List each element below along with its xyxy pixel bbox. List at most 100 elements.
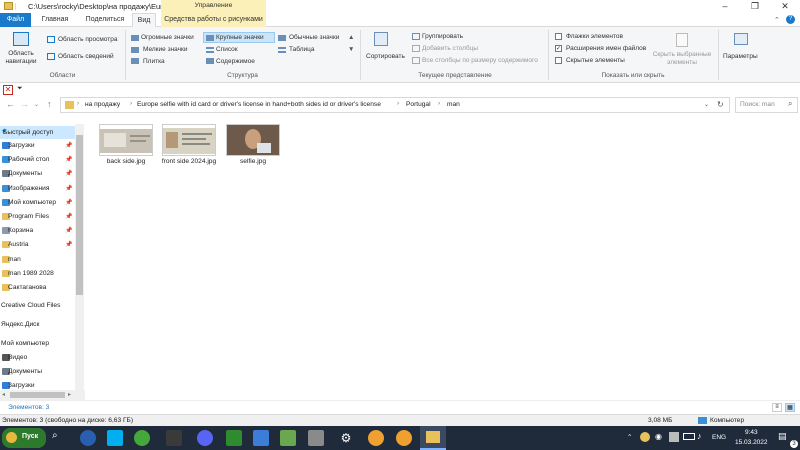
- list-option[interactable]: Список: [216, 46, 238, 53]
- nav-scroll-thumb[interactable]: [76, 135, 83, 295]
- start-button[interactable]: Пуск: [2, 428, 46, 448]
- preview-pane-button[interactable]: Область просмотра: [58, 36, 117, 43]
- discord-icon[interactable]: [197, 430, 213, 446]
- large-icons-option[interactable]: Крупные значки: [216, 34, 264, 41]
- nav-item[interactable]: Корзина 📌: [0, 225, 85, 238]
- breadcrumb-item[interactable]: man: [447, 101, 460, 108]
- skype-icon[interactable]: [107, 430, 123, 446]
- tab-file[interactable]: Файл: [0, 13, 31, 27]
- creative-cloud-item[interactable]: Creative Cloud Files: [1, 302, 60, 309]
- tab-share[interactable]: Поделиться: [79, 13, 131, 27]
- clock-date[interactable]: 15.03.2022: [735, 439, 768, 446]
- size-columns-button[interactable]: Все столбцы по размеру содержимого: [422, 57, 538, 64]
- tab-picture-tools[interactable]: Средства работы с рисунками: [161, 13, 266, 27]
- file-name[interactable]: selfie.jpg: [223, 158, 283, 165]
- search-icon[interactable]: ⌕: [52, 430, 58, 441]
- file-thumbnail-front-side[interactable]: [162, 124, 216, 156]
- battery-icon[interactable]: [683, 433, 695, 440]
- breadcrumb-item[interactable]: Europe selfie with id card or driver's l…: [137, 101, 381, 108]
- content-option[interactable]: Содержимое: [216, 58, 255, 65]
- extra-large-icons-option[interactable]: Огромные значки: [141, 34, 194, 41]
- group-by-button[interactable]: Группировать: [422, 33, 463, 40]
- app-icon[interactable]: [308, 430, 324, 446]
- address-dropdown-icon[interactable]: ⌄: [704, 101, 709, 108]
- tiles-option[interactable]: Плитка: [143, 58, 165, 65]
- back-arrow-icon[interactable]: ←: [6, 99, 15, 109]
- details-option[interactable]: Таблица: [289, 46, 315, 53]
- browser-icon[interactable]: [80, 430, 96, 446]
- nav-item[interactable]: Сактаганова: [0, 282, 85, 295]
- yandex-disk-item[interactable]: Яндекс.Диск: [1, 321, 39, 328]
- minimize-button[interactable]: –: [710, 0, 740, 13]
- app-icon[interactable]: [166, 430, 182, 446]
- nav-item[interactable]: Рабочий стол 📌: [0, 154, 85, 167]
- nav-item[interactable]: Видео: [0, 352, 85, 365]
- options-button[interactable]: Параметры: [723, 53, 758, 60]
- breadcrumb-item[interactable]: на продажу: [85, 101, 120, 108]
- file-name[interactable]: back side.jpg: [96, 158, 156, 165]
- close-button[interactable]: ✕: [770, 0, 800, 13]
- breadcrumb-item[interactable]: Portugal: [406, 101, 431, 108]
- item-checkboxes-checkbox[interactable]: [555, 33, 562, 40]
- tray-expand-icon[interactable]: ⌃: [627, 433, 632, 441]
- maximize-button[interactable]: ❐: [740, 0, 770, 13]
- quick-access-toolbar[interactable]: [15, 3, 25, 10]
- large-icons-view-icon[interactable]: ▦: [785, 403, 795, 412]
- navigation-pane-button[interactable]: Область навигации: [4, 50, 38, 66]
- navigation-pane-icon[interactable]: [13, 32, 29, 46]
- settings-gear-icon[interactable]: ⚙: [338, 430, 354, 446]
- nav-item[interactable]: man: [0, 254, 85, 267]
- tab-view[interactable]: Вид: [132, 13, 156, 27]
- utorrent-icon[interactable]: [134, 430, 150, 446]
- nav-horizontal-scrollbar[interactable]: ◂ ▸: [0, 390, 85, 400]
- hscroll-thumb[interactable]: [10, 392, 65, 398]
- emoji-app-icon[interactable]: [396, 430, 412, 446]
- hidden-items-checkbox[interactable]: [555, 57, 562, 64]
- up-arrow-icon[interactable]: ↑: [47, 99, 52, 109]
- nav-item[interactable]: Мой компьютер 📌: [0, 197, 85, 210]
- notes-app-icon[interactable]: [253, 430, 269, 446]
- nav-item[interactable]: Program Files 📌: [0, 211, 85, 224]
- nav-item[interactable]: Документы 📌: [0, 168, 85, 181]
- network-icon[interactable]: ◉: [655, 432, 662, 441]
- close-x-icon[interactable]: ✕: [3, 85, 13, 95]
- icq-icon[interactable]: [226, 430, 242, 446]
- tray-app-icon[interactable]: [640, 432, 650, 442]
- nav-item[interactable]: Austria 📌: [0, 239, 85, 252]
- layout-scroll-up-icon[interactable]: ▲: [348, 34, 354, 41]
- language-indicator[interactable]: ENG: [712, 434, 726, 441]
- notifications-icon[interactable]: ▤: [778, 431, 787, 442]
- clock-time[interactable]: 9:43: [745, 429, 758, 436]
- medium-icons-option[interactable]: Обычные значки: [289, 34, 339, 41]
- forward-arrow-icon[interactable]: →: [20, 99, 29, 109]
- this-pc-item[interactable]: Мой компьютер: [1, 340, 49, 347]
- app-icon[interactable]: [280, 430, 296, 446]
- file-name[interactable]: front side 2024.jpg: [159, 158, 219, 166]
- small-icons-option[interactable]: Мелкие значки: [143, 46, 187, 53]
- tab-home[interactable]: Главная: [33, 13, 77, 27]
- scroll-right-icon[interactable]: ▸: [68, 391, 71, 398]
- file-thumbnail-selfie[interactable]: [226, 124, 280, 156]
- scroll-left-icon[interactable]: ◂: [2, 391, 5, 398]
- details-pane-button[interactable]: Область сведений: [58, 53, 114, 60]
- dropdown-arrow-icon[interactable]: ⏷: [17, 85, 23, 93]
- sort-button[interactable]: Сортировать: [366, 53, 405, 60]
- file-extensions-checkbox[interactable]: ✓: [555, 45, 562, 52]
- file-thumbnail-back-side[interactable]: [99, 124, 153, 156]
- collapse-ribbon-icon[interactable]: ⌃: [774, 16, 780, 24]
- address-bar[interactable]: › на продажу › Europe selfie with id car…: [60, 97, 730, 113]
- nav-item[interactable]: Документы: [0, 366, 85, 379]
- emoji-app-icon[interactable]: [368, 430, 384, 446]
- quick-access-item[interactable]: ★ Быстрый доступ: [0, 126, 75, 139]
- explorer-taskbar-button[interactable]: [420, 426, 446, 450]
- add-columns-button[interactable]: Добавить столбцы: [422, 45, 478, 52]
- hide-selected-button[interactable]: Скрыть выбранные элементы: [652, 51, 712, 67]
- details-view-icon[interactable]: ≡: [772, 403, 782, 412]
- nav-item[interactable]: Изображения 📌: [0, 183, 85, 196]
- recent-locations-icon[interactable]: ⌄: [34, 101, 39, 108]
- nav-item[interactable]: man 1989 2028: [0, 268, 85, 281]
- nav-item[interactable]: Загрузки 📌: [0, 140, 85, 153]
- tray-app-icon[interactable]: [669, 432, 679, 442]
- volume-icon[interactable]: ♪: [697, 431, 702, 441]
- help-icon[interactable]: ?: [786, 15, 795, 24]
